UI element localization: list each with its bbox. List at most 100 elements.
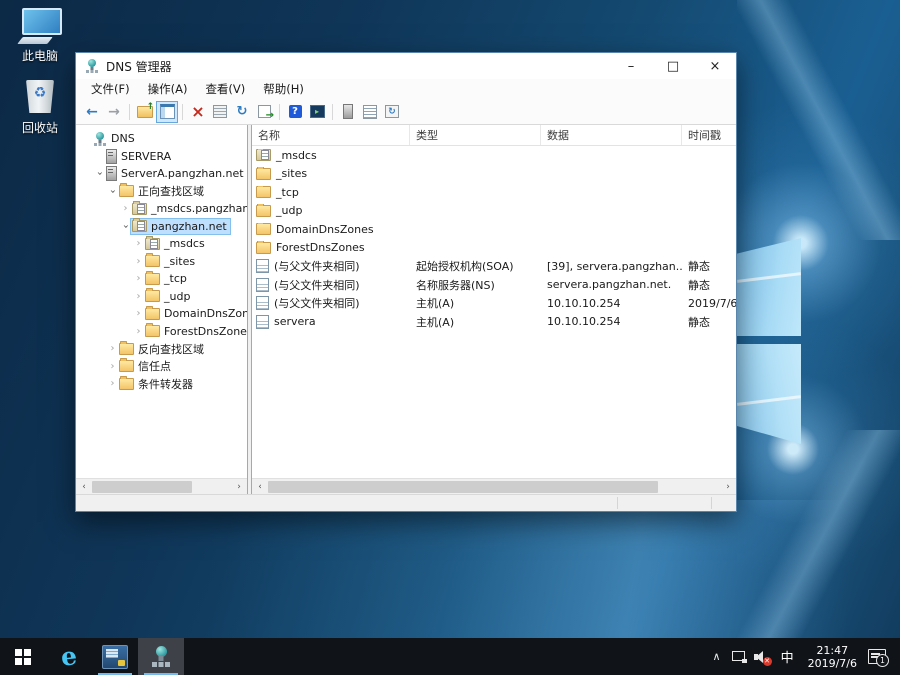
toolbar-separator[interactable] (332, 104, 333, 120)
taskbar-ie-icon[interactable]: e (46, 638, 92, 675)
_msdcs[interactable]: _msdcs (252, 146, 736, 165)
record-name: ForestDnsZones (276, 241, 365, 254)
(与父文件夹相同)[interactable]: (与父文件夹相同) 名称服务器(NS) servera.pangzhan.net… (252, 276, 736, 295)
action-center-icon[interactable]: 1 (868, 649, 886, 664)
help-icon[interactable] (285, 102, 305, 122)
expand-chevron-icon[interactable]: › (133, 291, 144, 302)
expand-chevron-icon[interactable]: › (133, 308, 144, 319)
tree-item[interactable]: › pangzhan.net (76, 218, 247, 236)
expand-chevron-icon[interactable]: › (94, 168, 105, 179)
expand-chevron-icon[interactable]: › (120, 221, 131, 232)
close-button[interactable]: × (694, 53, 736, 79)
menu-view[interactable]: 查看(V) (196, 79, 254, 99)
expand-chevron-icon[interactable]: › (107, 343, 118, 354)
tray-chevron-icon[interactable]: ∧ (709, 638, 725, 675)
windows-logo-pane (737, 238, 801, 336)
delete-icon[interactable] (188, 102, 208, 122)
(与父文件夹相同)[interactable]: (与父文件夹相同) 主机(A) 10.10.10.254 2019/7/6 (252, 294, 736, 313)
show-console-tree-icon[interactable] (157, 102, 177, 122)
network-icon[interactable] (732, 651, 747, 663)
DomainDnsZones[interactable]: DomainDnsZones (252, 220, 736, 239)
tree-node-label: ServerA.pangzhan.net (121, 167, 244, 180)
tree-item[interactable]: › ServerA.pangzhan.net (76, 165, 247, 183)
record-data: 10.10.10.254 (541, 297, 682, 310)
ime-indicator[interactable]: 中 (778, 638, 797, 675)
column-header[interactable]: 名称 (252, 125, 410, 145)
tree-node-label: _msdcs (164, 237, 205, 250)
scroll-right-arrow-icon[interactable]: › (231, 479, 247, 495)
expand-chevron-icon[interactable]: › (133, 273, 144, 284)
scroll-left-arrow-icon[interactable]: ‹ (76, 479, 92, 495)
maximize-button[interactable]: □ (652, 53, 694, 79)
export-list-icon[interactable] (254, 102, 274, 122)
menu-help[interactable]: 帮助(H) (254, 79, 313, 99)
tree-item[interactable]: › ForestDnsZones (76, 323, 247, 341)
tree-node-label: _msdcs.pangzhan.net (151, 202, 248, 215)
(与父文件夹相同)[interactable]: (与父文件夹相同) 起始授权机构(SOA) [39], servera.pang… (252, 257, 736, 276)
console-window-icon[interactable] (307, 102, 327, 122)
volume-muted-icon[interactable]: ✕ (754, 650, 771, 664)
scroll-left-arrow-icon[interactable]: ‹ (252, 479, 268, 495)
tree-item[interactable]: › _msdcs (76, 235, 247, 253)
toolbar-separator[interactable] (129, 104, 130, 120)
_udp[interactable]: _udp (252, 202, 736, 221)
forward-icon[interactable] (104, 102, 124, 122)
menu-file[interactable]: 文件(F) (82, 79, 139, 99)
clock[interactable]: 21:47 2019/7/6 (804, 638, 861, 675)
expand-chevron-icon[interactable]: › (107, 361, 118, 372)
taskbar-dns-manager-icon[interactable] (138, 638, 184, 675)
tree-item[interactable]: › _udp (76, 288, 247, 306)
filter-view-icon[interactable] (382, 102, 402, 122)
expand-chevron-icon[interactable]: › (133, 326, 144, 337)
list-view-icon[interactable] (360, 102, 380, 122)
recycle-bin-desktop-icon[interactable]: 回收站 (6, 78, 74, 136)
expand-chevron-icon[interactable]: › (107, 378, 118, 389)
column-header[interactable]: 时间戳 (682, 125, 736, 145)
scrollbar-thumb[interactable] (268, 481, 658, 493)
title-bar[interactable]: DNS 管理器 – □ × (76, 53, 736, 79)
system-tray: ∧ ✕ 中 21:47 2019/7/6 1 (709, 638, 900, 675)
tree-item[interactable]: › 正向查找区域 (76, 183, 247, 201)
servera[interactable]: servera 主机(A) 10.10.10.254 静态 (252, 313, 736, 332)
row-icon (256, 296, 269, 310)
expand-chevron-icon[interactable]: › (133, 238, 144, 249)
tree-node-label: SERVERA (121, 150, 171, 163)
expand-chevron-icon[interactable]: › (133, 256, 144, 267)
this-pc-desktop-icon[interactable]: 此电脑 (6, 6, 74, 64)
menu-action[interactable]: 操作(A) (139, 79, 197, 99)
column-header[interactable]: 类型 (410, 125, 541, 145)
taskbar-server-manager-icon[interactable] (92, 638, 138, 675)
tree-item[interactable]: › _msdcs.pangzhan.net (76, 200, 247, 218)
desktop-icon-art (18, 78, 62, 116)
tree-item[interactable]: › 条件转发器 (76, 375, 247, 393)
column-header[interactable]: 数据 (541, 125, 682, 145)
_sites[interactable]: _sites (252, 165, 736, 184)
tree-item[interactable]: › DNS (76, 130, 247, 148)
tree-item[interactable]: › 信任点 (76, 358, 247, 376)
minimize-button[interactable]: – (610, 53, 652, 79)
expand-chevron-icon[interactable]: › (120, 203, 131, 214)
back-icon[interactable] (82, 102, 102, 122)
expand-chevron-icon[interactable]: › (107, 186, 118, 197)
scroll-right-arrow-icon[interactable]: › (720, 479, 736, 495)
server-view-icon[interactable] (338, 102, 358, 122)
tree-item[interactable]: › _sites (76, 253, 247, 271)
properties-icon[interactable] (210, 102, 230, 122)
taskbar-app-icon (150, 646, 172, 668)
tree-item[interactable]: › _tcp (76, 270, 247, 288)
row-icon (256, 259, 269, 273)
_tcp[interactable]: _tcp (252, 183, 736, 202)
refresh-icon[interactable] (232, 102, 252, 122)
tree-horizontal-scrollbar[interactable]: ‹ › (76, 478, 247, 495)
tree-item[interactable]: › 反向查找区域 (76, 340, 247, 358)
tree-item[interactable]: › DomainDnsZones (76, 305, 247, 323)
list-horizontal-scrollbar[interactable]: ‹ › (252, 478, 736, 495)
start-button[interactable] (0, 638, 46, 675)
toolbar-separator[interactable] (279, 104, 280, 120)
ForestDnsZones[interactable]: ForestDnsZones (252, 239, 736, 258)
up-one-level-icon[interactable] (135, 102, 155, 122)
scrollbar-thumb[interactable] (92, 481, 192, 493)
taskbar-app-icon: e (60, 643, 78, 670)
toolbar-separator[interactable] (182, 104, 183, 120)
tree-item[interactable]: › SERVERA (76, 148, 247, 166)
